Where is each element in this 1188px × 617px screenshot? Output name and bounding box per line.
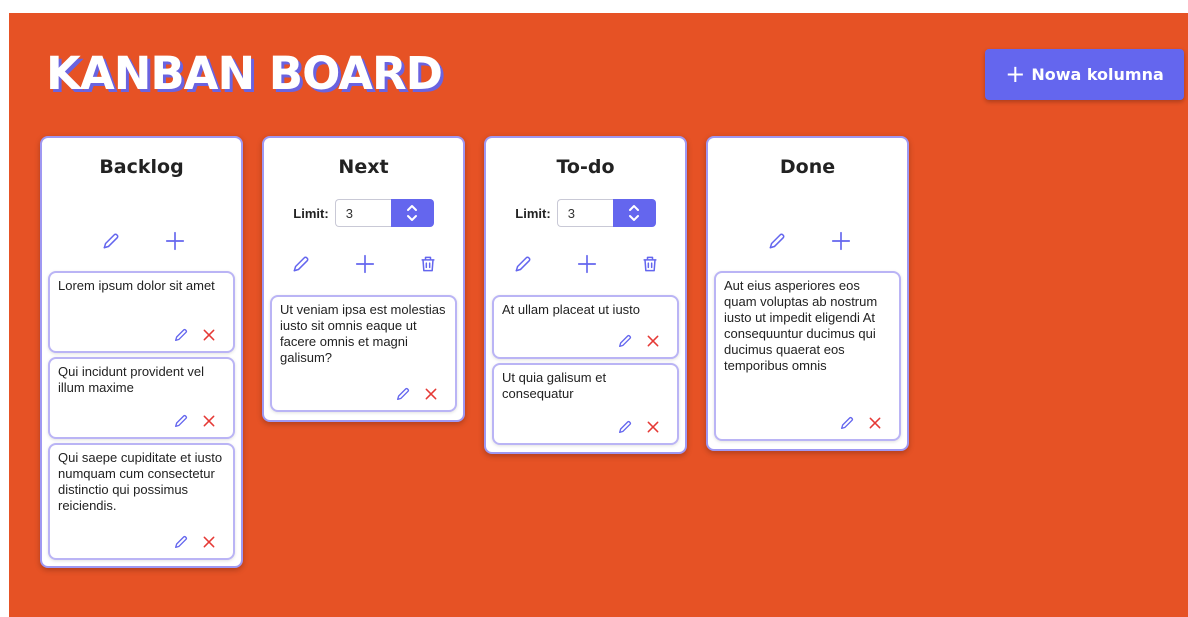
edit-card-button[interactable] [171,532,191,552]
trash-icon [643,256,657,272]
plus-icon: + [1005,59,1026,88]
delete-card-button[interactable] [199,411,219,431]
column-actions [708,227,907,255]
plus-icon [165,231,185,251]
pencil-icon [769,233,785,249]
edit-card-button[interactable] [837,413,857,433]
edit-column-button[interactable] [98,227,124,255]
pencil-icon [515,256,531,272]
column-title: Done [779,156,836,178]
trash-icon [421,256,435,272]
edit-column-button[interactable] [510,250,536,278]
add-card-button[interactable] [828,227,854,255]
delete-card-button[interactable] [643,331,663,351]
add-card-button[interactable] [574,250,600,278]
page-title: KANBAN BOARD [46,47,443,100]
pencil-icon [841,416,854,429]
card-text: Ut quia galisum et consequatur [502,370,607,401]
limit-label: Limit: [293,205,329,221]
close-icon [869,417,881,429]
card[interactable]: Ut quia galisum et consequatur [492,363,679,445]
column-done: Done Aut eius asperiores eos quam volupt… [706,136,909,451]
add-column-button[interactable]: + Nowa kolumna [985,49,1184,100]
column-backlog: Backlog Lorem ipsum dolor sit amet Qui i… [40,136,243,568]
column-limit: Limit: 3 [486,199,685,227]
limit-stepper[interactable]: 3 [556,199,656,227]
delete-card-button[interactable] [865,413,885,433]
pencil-icon [619,420,632,433]
add-column-label: Nowa kolumna [1031,65,1164,84]
pencil-icon [175,535,188,548]
stepper-button[interactable] [612,199,656,227]
delete-card-button[interactable] [199,532,219,552]
edit-card-button[interactable] [393,384,413,404]
card[interactable]: Ut veniam ipsa est molestias iusto sit o… [270,295,457,412]
plus-icon [355,254,375,274]
delete-card-button[interactable] [199,325,219,345]
column-actions [486,250,685,278]
card-text: Ut veniam ipsa est molestias iusto sit o… [280,302,446,365]
card-text: Lorem ipsum dolor sit amet [58,278,215,293]
add-card-button[interactable] [162,227,188,255]
pencil-icon [103,233,119,249]
card[interactable]: At ullam placeat ut iusto [492,295,679,359]
column-title: Backlog [99,156,184,178]
delete-column-button[interactable] [415,250,441,278]
card[interactable]: Qui incidunt provident vel illum maxime [48,357,235,439]
delete-column-button[interactable] [637,250,663,278]
delete-card-button[interactable] [421,384,441,404]
pencil-icon [175,328,188,341]
card[interactable]: Qui saepe cupiditate et iusto numquam cu… [48,443,235,560]
column-todo: To-do Limit: 3 At ullam placeat ut iusto… [484,136,687,454]
close-icon [647,335,659,347]
card[interactable]: Aut eius asperiores eos quam voluptas ab… [714,271,901,441]
pencil-icon [175,414,188,427]
column-next: Next Limit: 3 Ut veniam ipsa est molesti… [262,136,465,422]
pencil-icon [293,256,309,272]
column-actions [264,250,463,278]
chevron-up-down-icon [629,205,640,221]
edit-column-button[interactable] [288,250,314,278]
close-icon [425,388,437,400]
card-text: Qui incidunt provident vel illum maxime [58,364,204,395]
limit-label: Limit: [515,205,551,221]
close-icon [203,329,215,341]
add-card-button[interactable] [352,250,378,278]
column-limit: Limit: 3 [264,199,463,227]
column-title: Next [338,156,389,178]
close-icon [203,415,215,427]
close-icon [647,421,659,433]
plus-icon [577,254,597,274]
column-title: To-do [556,156,615,178]
limit-input[interactable]: 3 [334,199,391,227]
edit-card-button[interactable] [171,325,191,345]
plus-icon [831,231,851,251]
stepper-button[interactable] [390,199,434,227]
chevron-up-down-icon [407,205,418,221]
card[interactable]: Lorem ipsum dolor sit amet [48,271,235,353]
pencil-icon [397,387,410,400]
delete-card-button[interactable] [643,417,663,437]
close-icon [203,536,215,548]
edit-card-button[interactable] [615,417,635,437]
limit-stepper[interactable]: 3 [334,199,434,227]
card-text: Qui saepe cupiditate et iusto numquam cu… [58,450,223,513]
pencil-icon [619,334,632,347]
limit-input[interactable]: 3 [556,199,613,227]
edit-card-button[interactable] [615,331,635,351]
card-text: Aut eius asperiores eos quam voluptas ab… [724,278,878,373]
column-actions [42,227,241,255]
edit-column-button[interactable] [764,227,790,255]
edit-card-button[interactable] [171,411,191,431]
card-text: At ullam placeat ut iusto [502,302,641,317]
